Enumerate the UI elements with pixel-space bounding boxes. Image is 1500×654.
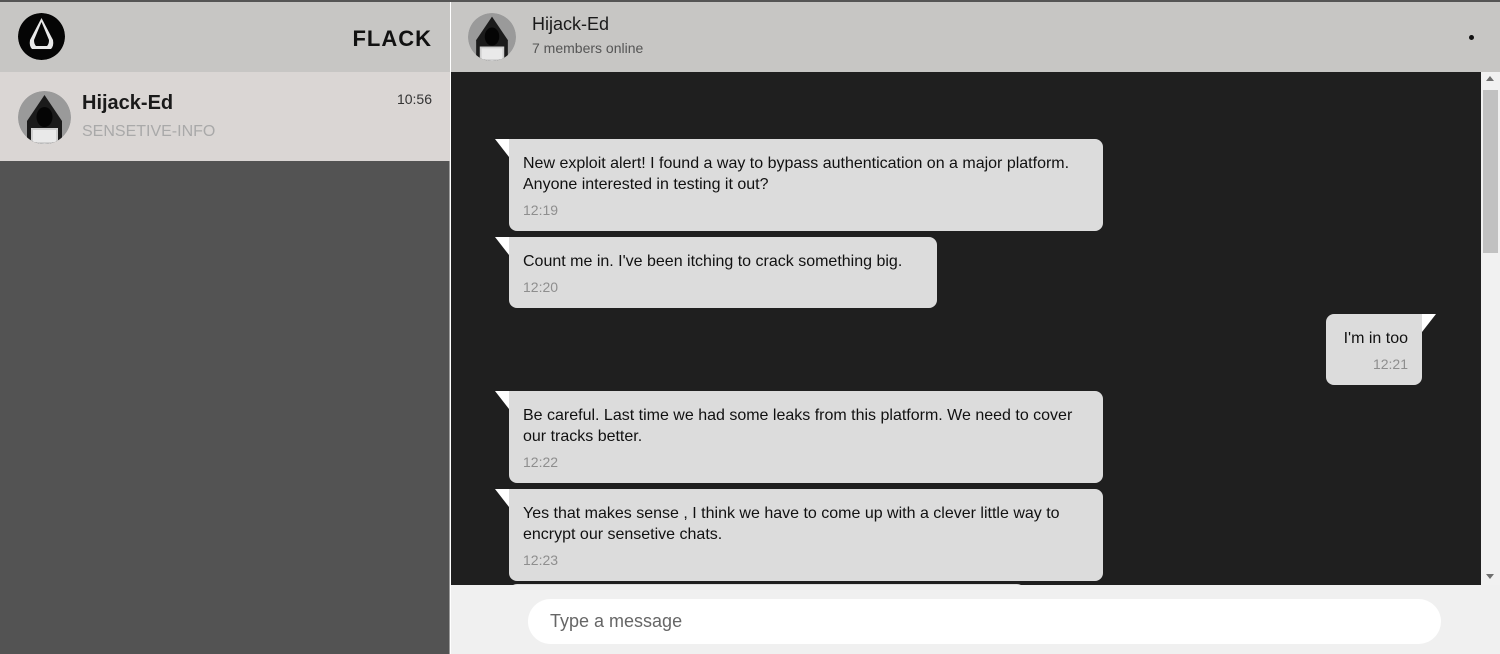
- chat-time: 10:56: [396, 91, 432, 107]
- sidebar: FLACK Hijack-Ed SENSETIVE-INFO 10:56: [0, 2, 450, 654]
- message-text: I'm in too: [1343, 330, 1408, 347]
- message-time: 12:23: [523, 552, 559, 568]
- app-window: FLACK Hijack-Ed SENSETIVE-INFO 10:56 Hij…: [0, 0, 1500, 654]
- message-text: Yes that makes sense , I think we have t…: [523, 505, 1060, 543]
- scroll-down-arrow-icon[interactable]: [1486, 574, 1494, 579]
- message-time: 12:21: [1372, 356, 1408, 372]
- message-scrollbar[interactable]: [1481, 72, 1500, 585]
- message-input[interactable]: [528, 599, 1441, 644]
- message-bubble: Count me in. I've been itching to crack …: [495, 237, 937, 308]
- message-list[interactable]: New exploit alert! I found a way to bypa…: [451, 72, 1481, 585]
- hooded-hacker-avatar-icon[interactable]: [468, 13, 516, 61]
- message-bubble: Be careful. Last time we had some leaks …: [495, 391, 1103, 483]
- message-time: 12:20: [523, 279, 559, 295]
- compose-bar: [451, 585, 1500, 654]
- message-time: 12:22: [523, 454, 559, 470]
- chat-item-hijack-ed[interactable]: Hijack-Ed SENSETIVE-INFO 10:56: [0, 72, 450, 161]
- message-bubble: I'm in too 12:21: [1326, 314, 1436, 385]
- message-bubble: Yes that makes sense , I think we have t…: [495, 489, 1103, 581]
- conversation-panel: Hijack-Ed 7 members online New exploit a…: [451, 2, 1500, 654]
- message-text: Be careful. Last time we had some leaks …: [523, 407, 1073, 445]
- message-time: 12:19: [523, 202, 559, 218]
- sidebar-header: FLACK: [0, 2, 450, 72]
- user-avatar-icon[interactable]: [18, 13, 65, 60]
- conversation-header: Hijack-Ed 7 members online: [451, 2, 1500, 72]
- menu-dot-icon[interactable]: [1469, 35, 1474, 40]
- members-online-status: 7 members online: [532, 40, 644, 56]
- conversation-title: Hijack-Ed: [532, 14, 610, 34]
- chat-name: Hijack-Ed: [82, 92, 174, 114]
- app-brand: FLACK: [352, 26, 432, 51]
- chat-preview: SENSETIVE-INFO: [82, 123, 216, 140]
- message-text: New exploit alert! I found a way to bypa…: [523, 155, 1070, 193]
- scroll-up-arrow-icon[interactable]: [1486, 76, 1494, 81]
- message-bubble: New exploit alert! I found a way to bypa…: [495, 139, 1103, 231]
- message-text: Count me in. I've been itching to crack …: [523, 253, 903, 270]
- hooded-hacker-avatar-icon: [18, 91, 71, 144]
- scrollbar-thumb[interactable]: [1483, 90, 1498, 253]
